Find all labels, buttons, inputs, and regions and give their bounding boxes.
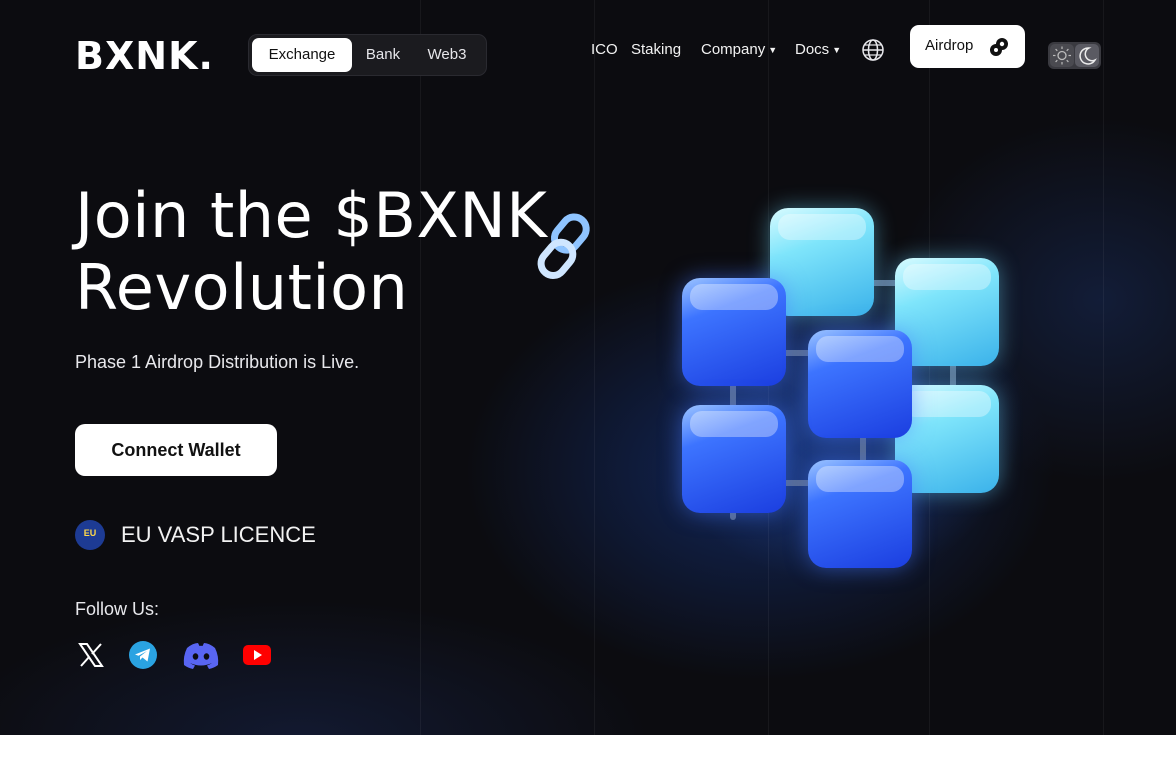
eu-flag-label: EU [83, 528, 97, 538]
follow-label: Follow Us: [75, 599, 160, 619]
licence-text: EU VASP LICENCE [121, 522, 316, 547]
chevron-down-icon: ▼ [832, 45, 842, 56]
chevron-down-icon: ▼ [768, 45, 778, 56]
cube-block [682, 278, 786, 386]
nav-company[interactable]: Company ▼ [701, 38, 777, 62]
cube-block [808, 460, 912, 568]
x-icon[interactable] [75, 640, 107, 670]
cube-block [808, 330, 912, 438]
hero-subtitle: Phase 1 Airdrop Distribution is Live. [75, 352, 360, 372]
telegram-icon[interactable] [127, 640, 159, 670]
sun-icon [1053, 46, 1071, 65]
chain-link-icon [537, 213, 590, 279]
discord-icon[interactable] [181, 640, 221, 670]
coins-icon [990, 38, 1008, 56]
dark-mode-toggle[interactable] [1075, 44, 1099, 67]
cube-illustration [640, 180, 1040, 600]
brand-logo[interactable]: BXNK. [75, 34, 214, 78]
nav-docs[interactable]: Docs ▼ [795, 38, 841, 62]
hero-section: BXNK. Exchange Bank Web3 ICO Staking Com… [0, 0, 1176, 735]
nav-docs-label: Docs [795, 41, 830, 58]
eu-flag-icon: EU [75, 520, 105, 550]
globe-icon[interactable] [861, 38, 885, 62]
airdrop-label: Airdrop [925, 37, 974, 54]
youtube-icon[interactable] [241, 640, 273, 670]
nav-staking[interactable]: Staking [631, 38, 681, 62]
connect-wallet-button[interactable]: Connect Wallet [75, 424, 277, 476]
grid-line [420, 0, 421, 735]
cube-block [682, 405, 786, 513]
nav-company-label: Company [701, 41, 766, 58]
grid-line [1103, 0, 1104, 735]
tab-exchange[interactable]: Exchange [252, 38, 352, 72]
tab-web3[interactable]: Web3 [415, 38, 479, 72]
moon-icon [1079, 47, 1097, 65]
product-switcher: Exchange Bank Web3 [248, 34, 487, 76]
page-footer-area [0, 735, 1176, 780]
nav-ico[interactable]: ICO [591, 38, 618, 62]
airdrop-button[interactable]: Airdrop [910, 25, 1025, 68]
theme-toggle [1048, 42, 1101, 69]
tab-bank[interactable]: Bank [355, 38, 411, 72]
light-mode-toggle[interactable] [1050, 44, 1074, 67]
grid-line [594, 0, 595, 735]
